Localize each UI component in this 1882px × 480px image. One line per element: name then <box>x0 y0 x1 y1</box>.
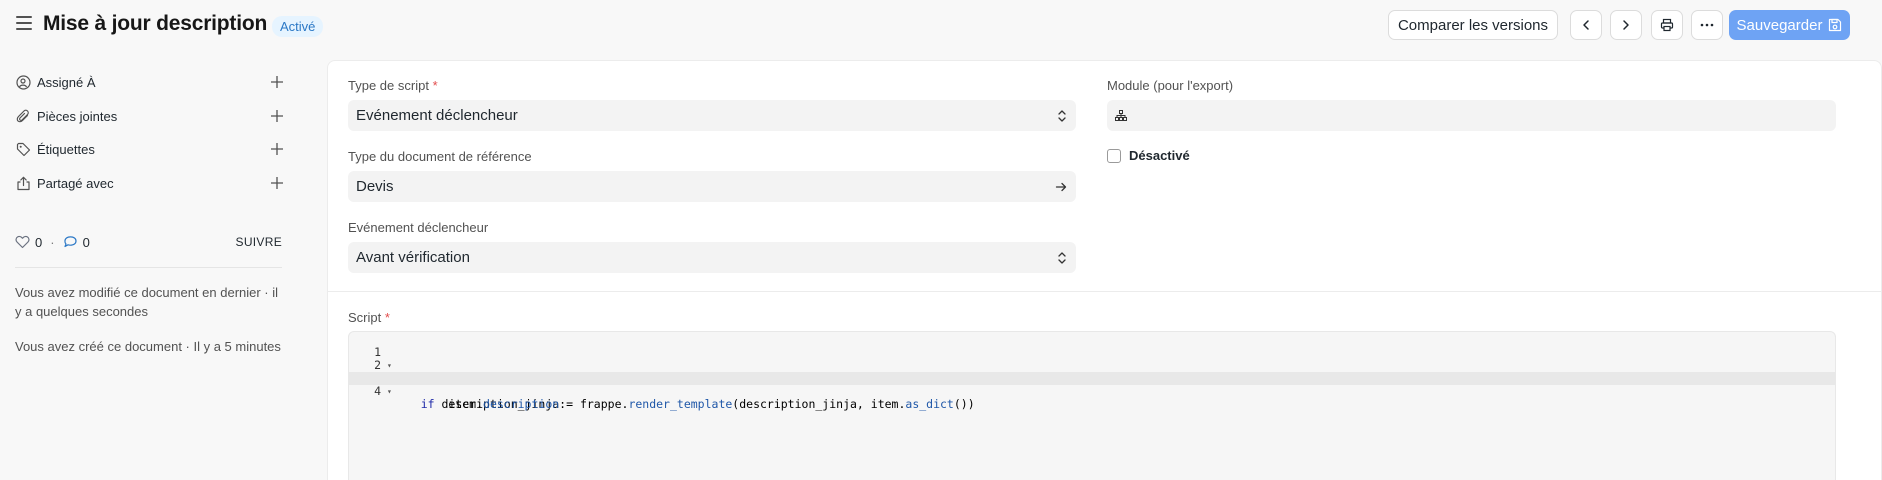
select-caret-icon <box>1058 252 1066 264</box>
disabled-label: Désactivé <box>1129 148 1190 163</box>
heart-icon[interactable] <box>15 235 30 249</box>
chevron-left-icon <box>1583 20 1589 30</box>
printer-icon <box>1660 18 1674 32</box>
compare-versions-button[interactable]: Comparer les versions <box>1388 10 1558 40</box>
save-button-label: Sauvegarder <box>1736 16 1823 34</box>
sitemap-icon <box>1115 110 1127 121</box>
code-editor[interactable]: 1 ▾ for item in doc.items: 2 description… <box>348 331 1836 480</box>
tag-icon <box>15 141 31 157</box>
reference-doctype-value: Devis <box>356 178 394 195</box>
form-card: Type de script * Evénement déclencheur T… <box>327 60 1882 480</box>
share-icon <box>15 175 31 191</box>
select-caret-icon <box>1058 110 1066 122</box>
script-type-label-text: Type de script <box>348 78 429 93</box>
sidebar-item-assigned-to[interactable]: Assigné À <box>15 71 285 93</box>
dot-separator: · <box>50 234 55 250</box>
arrow-right-icon[interactable] <box>1055 181 1067 193</box>
activity-created: Vous avez créé ce document · Il y a 5 mi… <box>15 339 281 354</box>
sidebar-item-label: Étiquettes <box>37 141 95 157</box>
sidebar-item-label: Assigné À <box>37 74 96 90</box>
line-number: 4 <box>374 384 381 398</box>
ellipsis-icon <box>1700 23 1714 27</box>
disabled-checkbox[interactable] <box>1107 149 1121 163</box>
add-share-icon[interactable] <box>269 175 285 191</box>
follow-button[interactable]: SUIVRE <box>236 235 282 249</box>
sidebar-item-attachments[interactable]: Pièces jointes <box>15 105 285 127</box>
paperclip-icon <box>15 108 31 124</box>
save-button[interactable]: Sauvegarder <box>1729 10 1850 40</box>
likes-count: 0 <box>35 234 43 250</box>
sidebar-item-label: Partagé avec <box>37 175 114 191</box>
script-type-label: Type de script * <box>348 78 438 93</box>
script-type-select[interactable]: Evénement déclencheur <box>348 100 1076 131</box>
required-marker: * <box>384 310 390 325</box>
code-line: 3 ▾ if description_jinja: <box>349 359 1835 411</box>
more-actions-button[interactable] <box>1691 10 1723 40</box>
code-line: 2 description_jinja = frappe.db.get_valu… <box>349 346 1835 385</box>
sidebar-item-shared-with[interactable]: Partagé avec <box>15 172 285 194</box>
required-marker: * <box>432 78 438 93</box>
chevron-right-icon <box>1623 20 1629 30</box>
code-line: 1 ▾ for item in doc.items: <box>349 333 1835 385</box>
code-line-text: item.description = frappe.render_templat… <box>393 397 975 411</box>
script-type-value: Evénement déclencheur <box>356 107 518 124</box>
sidebar-divider <box>15 267 282 268</box>
reference-doctype-link[interactable]: Devis <box>348 171 1076 202</box>
comments-count: 0 <box>82 234 90 250</box>
status-badge: Activé <box>272 16 324 37</box>
previous-button[interactable] <box>1570 10 1602 40</box>
module-label: Module (pour l'export) <box>1107 78 1234 93</box>
save-icon <box>1829 18 1842 32</box>
activity-modified: Vous avez modifié ce document en dernier… <box>15 285 279 319</box>
code-line-active: 4 item.description = frappe.render_templ… <box>349 372 1835 411</box>
section-divider <box>328 291 1881 292</box>
script-label-text: Script <box>348 310 382 325</box>
print-button[interactable] <box>1651 10 1683 40</box>
doctype-event-label: Evénement déclencheur <box>348 220 489 235</box>
sidebar-item-tags[interactable]: Étiquettes <box>15 138 285 160</box>
module-link[interactable] <box>1107 100 1836 131</box>
page-title: Mise à jour description <box>43 12 268 35</box>
social-bar: 0 · 0 SUIVRE <box>15 232 282 252</box>
next-button[interactable] <box>1610 10 1642 40</box>
add-tag-icon[interactable] <box>269 141 285 157</box>
add-attachment-icon[interactable] <box>269 108 285 124</box>
assign-user-icon <box>15 74 31 90</box>
script-label: Script * <box>348 310 390 325</box>
sidebar-item-label: Pièces jointes <box>37 108 118 124</box>
doctype-event-select[interactable]: Avant vérification <box>348 242 1076 273</box>
doctype-event-value: Avant vérification <box>356 249 470 266</box>
comment-icon[interactable] <box>63 235 78 249</box>
page-header: Mise à jour description Activé Comparer … <box>0 0 1882 50</box>
reference-doctype-label: Type du document de référence <box>348 149 532 164</box>
add-assignee-icon[interactable] <box>269 74 285 90</box>
menu-icon[interactable] <box>16 16 32 30</box>
